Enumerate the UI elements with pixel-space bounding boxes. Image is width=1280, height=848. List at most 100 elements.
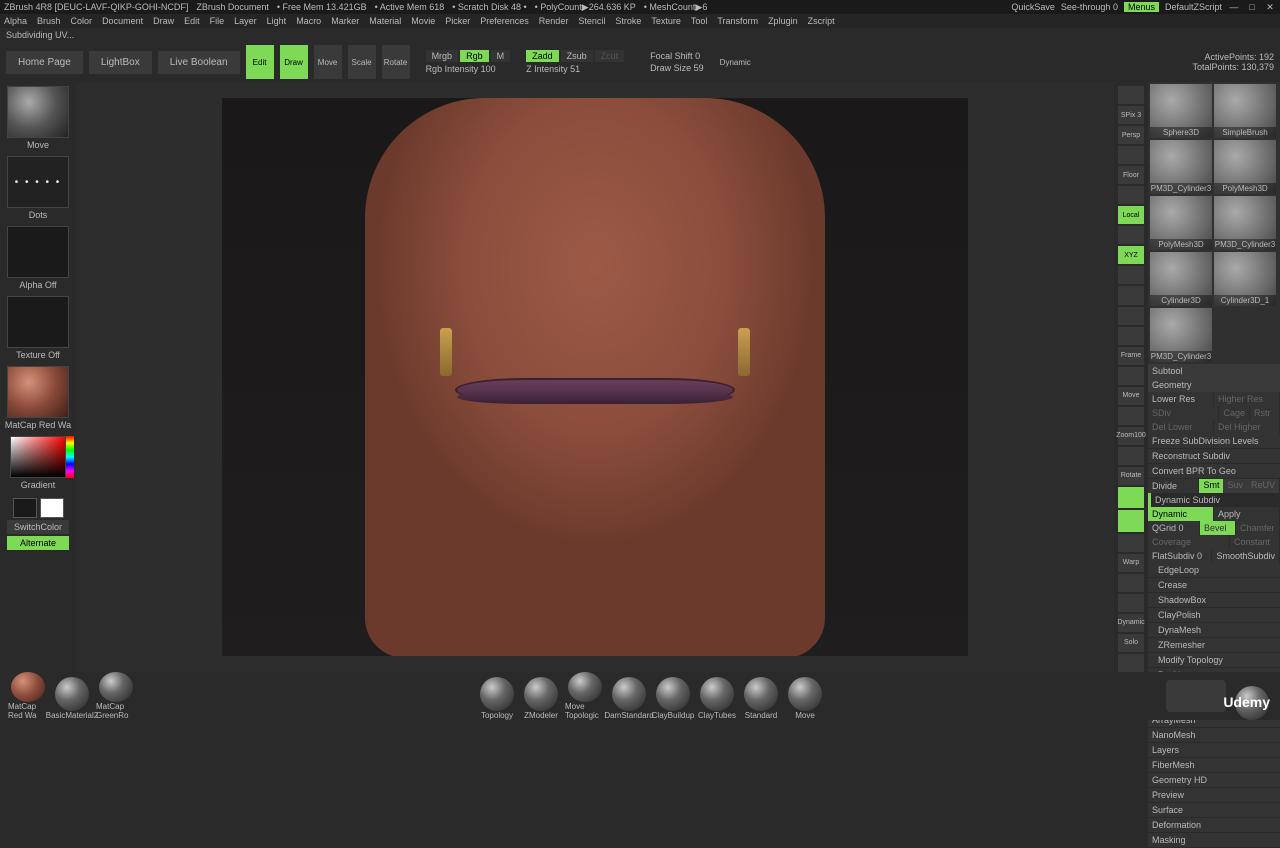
menu-stroke[interactable]: Stroke [615,16,641,26]
maximize-icon[interactable]: □ [1246,1,1258,13]
material-orb[interactable]: MatCap GreenRo [96,672,136,720]
menu-light[interactable]: Light [267,16,287,26]
tool-thumb[interactable]: Sphere3D [1150,84,1212,138]
menu-draw[interactable]: Draw [153,16,174,26]
scale-tool[interactable]: Scale [348,45,376,79]
side-btn-11[interactable] [1118,307,1144,325]
menu-brush[interactable]: Brush [37,16,61,26]
side-btn-28[interactable] [1118,654,1144,672]
menu-movie[interactable]: Movie [411,16,435,26]
lower-res[interactable]: Lower Res [1148,392,1214,406]
m-mode[interactable]: M [491,50,511,62]
reuv-btn[interactable]: ReUV [1247,479,1279,493]
brush-swatch[interactable] [7,86,69,138]
brush-orb[interactable]: Standard [741,672,781,720]
panel-nanomesh[interactable]: NanoMesh [1148,728,1280,743]
dynamic-mode[interactable]: Dynamic [720,58,751,67]
constant-btn[interactable]: Constant [1230,535,1280,549]
panel-dynamesh[interactable]: DynaMesh [1148,623,1280,638]
menu-document[interactable]: Document [102,16,143,26]
mrgb-mode[interactable]: Mrgb [426,50,459,62]
rgb-mode[interactable]: Rgb [460,50,489,62]
bevel-btn[interactable]: Bevel [1200,521,1236,535]
chamfer-btn[interactable]: Chamfer [1236,521,1280,535]
apply-btn[interactable]: Apply [1214,507,1280,521]
side-btn-1[interactable]: SPix 3 [1118,106,1144,124]
menu-transform[interactable]: Transform [717,16,758,26]
side-btn-14[interactable] [1118,367,1144,385]
material-orb[interactable]: BasicMaterial2 [52,672,92,720]
liveboolean-button[interactable]: Live Boolean [158,51,240,74]
panel-shadowbox[interactable]: ShadowBox [1148,593,1280,608]
tool-thumb[interactable]: PM3D_Cylinder3 [1150,140,1212,194]
suv-btn[interactable]: Suv [1223,479,1247,493]
brush-orb[interactable]: DamStandard [609,672,649,720]
panel-layers[interactable]: Layers [1148,743,1280,758]
matcap-swatch[interactable] [7,366,69,418]
menu-preferences[interactable]: Preferences [480,16,529,26]
tool-thumb[interactable]: Cylinder3D_1 [1214,252,1276,306]
edit-tool[interactable]: Edit [246,45,274,79]
smoothsubdiv-slider[interactable]: SmoothSubdiv [1212,549,1280,563]
move-tool[interactable]: Move [314,45,342,79]
menu-render[interactable]: Render [539,16,569,26]
switch-color-button[interactable]: SwitchColor [7,520,69,534]
menu-texture[interactable]: Texture [651,16,681,26]
panel-edgeloop[interactable]: EdgeLoop [1148,563,1280,578]
panel-preview[interactable]: Preview [1148,788,1280,803]
minimize-icon[interactable]: — [1228,1,1240,13]
side-btn-0[interactable] [1118,86,1144,104]
del-higher[interactable]: Del Higher [1214,420,1280,434]
menu-zscript[interactable]: Zscript [808,16,835,26]
side-btn-5[interactable] [1118,186,1144,204]
side-btn-12[interactable] [1118,327,1144,345]
side-btn-23[interactable]: Warp [1118,554,1144,572]
lightbox-button[interactable]: LightBox [89,51,152,74]
brush-orb[interactable]: Move Topologic [565,672,605,720]
side-btn-19[interactable]: Rotate [1118,467,1144,485]
alpha-swatch[interactable] [7,226,69,278]
side-btn-2[interactable]: Persp [1118,126,1144,144]
panel-surface[interactable]: Surface [1148,803,1280,818]
menu-stencil[interactable]: Stencil [578,16,605,26]
freeze-subdiv[interactable]: Freeze SubDivision Levels [1148,434,1280,449]
viewport-canvas[interactable] [222,98,968,656]
menu-macro[interactable]: Macro [296,16,321,26]
focal-shift[interactable]: Focal Shift 0 [650,51,704,61]
color-main[interactable] [13,498,37,518]
menu-marker[interactable]: Marker [331,16,359,26]
stroke-swatch[interactable] [7,156,69,208]
geometry-header[interactable]: Geometry [1148,378,1280,392]
gradient-label[interactable]: Gradient [21,480,56,490]
side-btn-26[interactable]: Dynamic [1118,614,1144,632]
flatsubdiv-slider[interactable]: FlatSubdiv 0 [1148,549,1212,563]
menu-picker[interactable]: Picker [445,16,470,26]
tool-thumb[interactable]: Cylinder3D [1150,252,1212,306]
brush-orb[interactable]: ZModeler [521,672,561,720]
rotate-tool[interactable]: Rotate [382,45,410,79]
panel-deformation[interactable]: Deformation [1148,818,1280,833]
side-btn-16[interactable] [1118,407,1144,425]
menu-file[interactable]: File [210,16,225,26]
del-lower[interactable]: Del Lower [1148,420,1214,434]
side-btn-8[interactable]: XYZ [1118,246,1144,264]
tool-thumb[interactable]: PM3D_Cylinder3 [1214,196,1276,250]
panel-zremesher[interactable]: ZRemesher [1148,638,1280,653]
menus-button[interactable]: Menus [1124,2,1159,12]
tool-thumb[interactable]: SimpleBrush [1214,84,1276,138]
tool-thumb[interactable]: PM3D_Cylinder3 [1150,308,1212,362]
quicksave-button[interactable]: QuickSave [1011,2,1055,12]
smt-btn[interactable]: Smt [1199,479,1223,493]
z-intensity[interactable]: Z Intensity 51 [526,64,624,74]
color-picker[interactable] [10,436,66,478]
texture-swatch[interactable] [7,296,69,348]
zsub-mode[interactable]: Zsub [561,50,593,62]
dynamic-subdiv-header[interactable]: Dynamic Subdiv [1148,493,1280,507]
draw-size[interactable]: Draw Size 59 [650,63,704,73]
dynamic-btn[interactable]: Dynamic [1148,507,1214,521]
coverage-slider[interactable]: Coverage [1148,535,1230,549]
defaultzscript[interactable]: DefaultZScript [1165,2,1222,12]
qgrid-slider[interactable]: QGrid 0 [1148,521,1200,535]
side-btn-17[interactable]: Zoom100 [1118,427,1144,445]
side-btn-6[interactable]: Local [1118,206,1144,224]
